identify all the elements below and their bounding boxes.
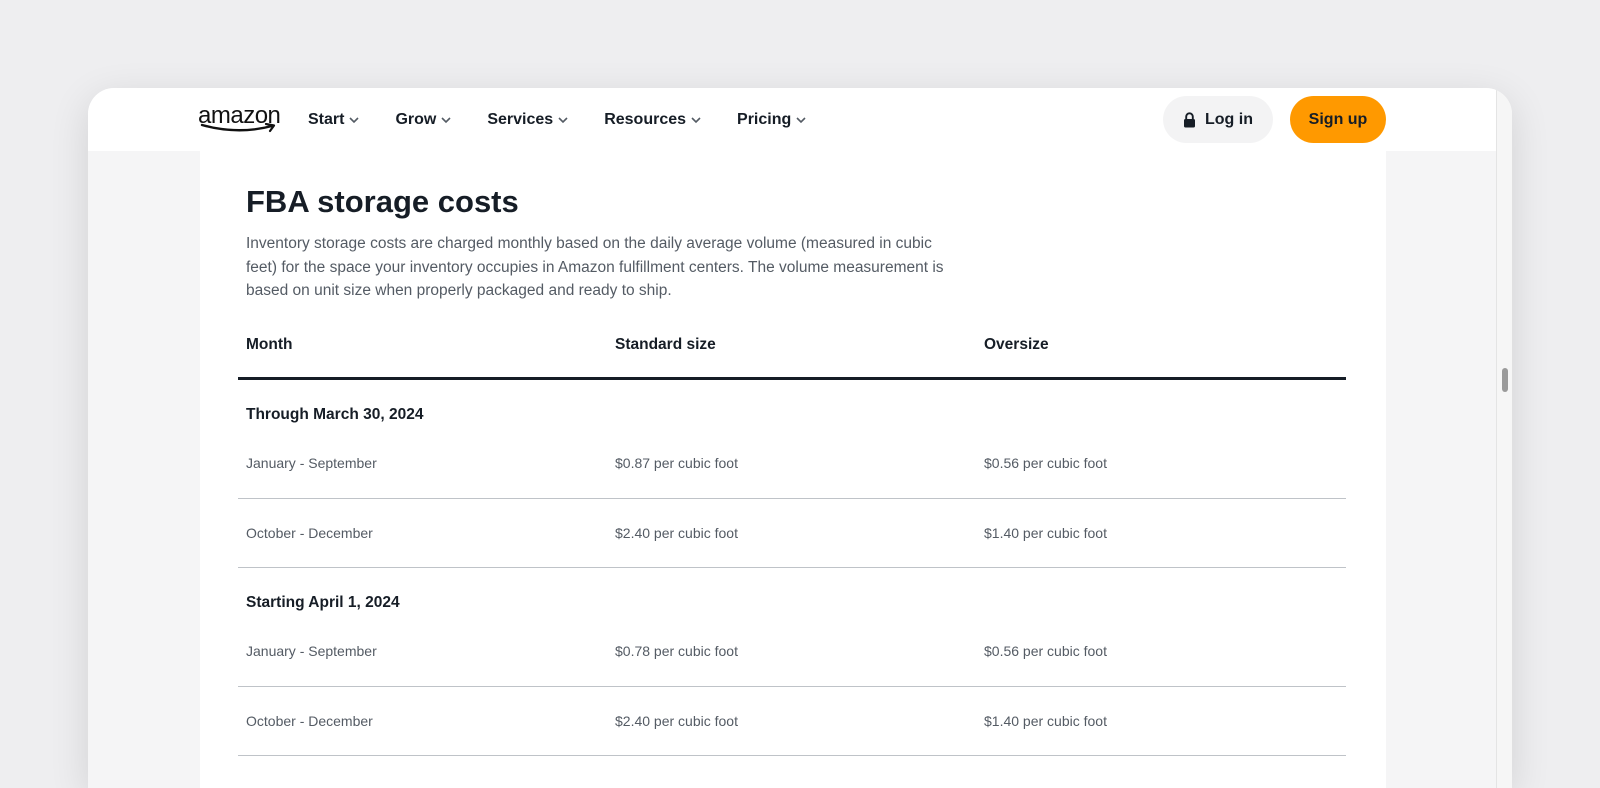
table-row: October - December $2.40 per cubic foot …: [238, 687, 1346, 756]
scrollbar-thumb[interactable]: [1502, 368, 1508, 392]
scrollbar-track[interactable]: [1496, 88, 1512, 788]
cell-month: October - December: [246, 713, 373, 729]
column-header-standard-size: Standard size: [615, 336, 716, 353]
cell-standard-size: $2.40 per cubic foot: [615, 713, 738, 729]
cell-oversize: $0.56 per cubic foot: [984, 455, 1107, 471]
chevron-down-icon: [558, 116, 568, 123]
table-row: January - September $0.87 per cubic foot…: [238, 440, 1346, 499]
nav-item-pricing[interactable]: Pricing: [737, 111, 806, 129]
top-navigation: amazon Start Grow Services Resources Pri…: [88, 88, 1496, 151]
sign-up-label: Sign up: [1308, 110, 1368, 128]
cell-standard-size: $2.40 per cubic foot: [615, 525, 738, 541]
chevron-down-icon: [441, 116, 451, 123]
content-card: FBA storage costs Inventory storage cost…: [200, 151, 1386, 788]
cell-standard-size: $0.78 per cubic foot: [615, 643, 738, 659]
nav-item-services[interactable]: Services: [487, 111, 568, 129]
cell-oversize: $1.40 per cubic foot: [984, 525, 1107, 541]
chevron-down-icon: [349, 116, 360, 123]
nav-item-label: Resources: [604, 110, 687, 128]
chevron-down-icon: [796, 116, 806, 123]
page-description: Inventory storage costs are charged mont…: [246, 235, 944, 299]
nav-item-label: Pricing: [737, 110, 792, 128]
cell-standard-size: $0.87 per cubic foot: [615, 455, 738, 471]
log-in-label: Log in: [1205, 110, 1253, 128]
nav-menu: Start Grow Services Resources Pricing: [308, 88, 842, 151]
nav-item-label: Grow: [395, 110, 437, 128]
cell-month: October - December: [246, 525, 373, 541]
nav-item-resources[interactable]: Resources: [604, 111, 701, 129]
section-heading-text: Starting April 1, 2024: [246, 594, 400, 611]
cell-month: January - September: [246, 643, 377, 659]
nav-item-start[interactable]: Start: [308, 110, 360, 129]
cell-month: January - September: [246, 455, 377, 471]
page-title: FBA storage costs: [246, 184, 519, 219]
column-header-month: Month: [246, 336, 293, 353]
nav-item-label: Start: [308, 110, 345, 128]
browser-window: amazon Start Grow Services Resources Pri…: [88, 88, 1512, 788]
nav-item-grow[interactable]: Grow: [395, 111, 451, 129]
chevron-down-icon: [691, 116, 701, 123]
storage-costs-table: Month Standard size Oversize Through Mar…: [238, 319, 1346, 756]
sign-up-button[interactable]: Sign up: [1290, 96, 1386, 143]
section-heading: Through March 30, 2024: [238, 380, 1346, 440]
table-header: Month Standard size Oversize: [238, 319, 1346, 380]
table-row: January - September $0.78 per cubic foot…: [238, 628, 1346, 687]
column-header-oversize: Oversize: [984, 336, 1049, 353]
cell-oversize: $0.56 per cubic foot: [984, 643, 1107, 659]
nav-item-label: Services: [487, 110, 554, 128]
lock-icon: [1184, 111, 1195, 127]
section-heading-text: Through March 30, 2024: [246, 406, 424, 423]
cell-oversize: $1.40 per cubic foot: [984, 713, 1107, 729]
section-heading: Starting April 1, 2024: [238, 568, 1346, 628]
amazon-smile-icon: [200, 123, 276, 133]
log-in-button[interactable]: Log in: [1163, 96, 1273, 143]
amazon-logo[interactable]: amazon: [198, 104, 281, 134]
table-row: October - December $2.40 per cubic foot …: [238, 499, 1346, 568]
